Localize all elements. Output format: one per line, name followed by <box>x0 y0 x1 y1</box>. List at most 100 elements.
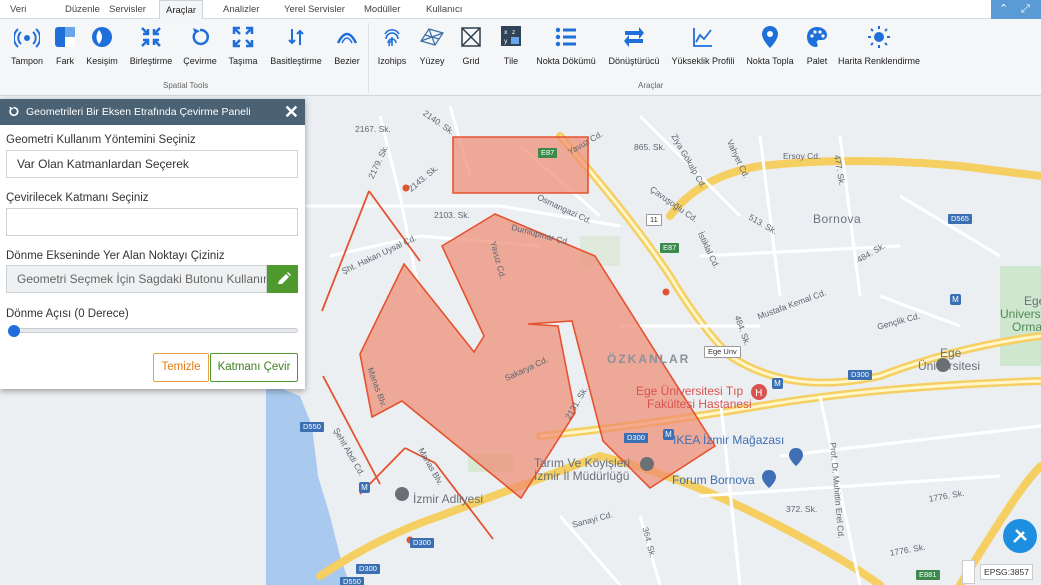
menu-analizler[interactable]: Analizler <box>217 0 265 19</box>
collapse-ribbon-icon[interactable]: ⌃ <box>999 0 1008 19</box>
tool-label: Dönüştürücü <box>608 56 660 66</box>
menu-servisler[interactable]: Servisler <box>103 0 152 19</box>
sun-icon <box>836 25 922 53</box>
scale-control[interactable] <box>962 560 975 584</box>
tool-izohips[interactable]: Izohips <box>374 25 410 66</box>
menu-duzenle[interactable]: Düzenle <box>59 0 106 19</box>
road-shield-e87: E87 <box>538 148 558 158</box>
poi-label-ege: Ege <box>940 346 962 360</box>
pencil-icon <box>278 272 291 284</box>
fingerprint-icon <box>374 25 410 53</box>
method-label: Geometri Kullanım Yöntemini Seçiniz <box>6 134 196 146</box>
tool-nokta-dokumu[interactable]: Nokta Dökümü <box>534 25 598 66</box>
tool-tampon[interactable]: Tampon <box>7 25 47 66</box>
tool-label: Birleştirme <box>129 56 173 66</box>
rotate-layer-button[interactable]: Katmanı Çevir <box>210 353 298 382</box>
tools-icon <box>1013 529 1027 543</box>
clear-button[interactable]: Temizle <box>153 353 209 382</box>
tool-nokta-topla[interactable]: Nokta Topla <box>745 25 795 66</box>
layer-label: Çevirilecek Katmanı Seçiniz <box>6 192 149 204</box>
app-window: Veri Düzenle Servisler Araçlar Analizler… <box>0 0 1041 585</box>
district-label-ozkanlar: ÖZKANLAR <box>607 352 691 366</box>
menu-moduller[interactable]: Modüller <box>358 0 406 19</box>
tool-tasima[interactable]: Taşıma <box>226 25 260 66</box>
method-select[interactable]: Var Olan Katmanlardan Seçerek <box>6 150 298 178</box>
tool-tile[interactable]: xzy Tile <box>498 25 524 66</box>
rotate-geometry-panel: Geometrileri Bir Eksen Etrafında Çevirme… <box>0 99 305 389</box>
tool-kesisim[interactable]: Kesişim <box>84 25 120 66</box>
poi-label-hospital-2: Fakültesi Hastanesi <box>647 397 752 411</box>
panel-title: Geometrileri Bir Eksen Etrafında Çevirme… <box>26 106 251 118</box>
road-shield-11: 11 <box>646 214 662 226</box>
poi-label-hospital: Ege Üniversitesi Tıp <box>636 384 744 398</box>
menu-kullanici[interactable]: Kullanıcı <box>420 0 468 19</box>
tool-label: Tampon <box>10 56 44 66</box>
tool-palet[interactable]: Palet <box>803 25 831 66</box>
draw-point-button[interactable] <box>267 265 298 293</box>
close-icon[interactable]: ✕ <box>284 102 299 122</box>
palette-icon <box>803 25 831 53</box>
street-label: 372. Sk. <box>786 504 818 514</box>
fullscreen-icon[interactable]: ⤢ <box>1021 0 1030 19</box>
tool-birlestirme[interactable]: Birleştirme <box>127 25 175 66</box>
tool-label: Izohips <box>377 56 407 66</box>
tool-yukseklik-profili[interactable]: Yükseklik Profili <box>669 25 737 66</box>
tool-label: Kesişim <box>86 56 118 66</box>
tool-fark[interactable]: Fark <box>50 25 80 66</box>
menu-bar: Veri Düzenle Servisler Araçlar Analizler… <box>0 0 1041 20</box>
ribbon-toolbar: Tampon Fark Kesişim Birleştirme Çevirme <box>0 19 1041 96</box>
angle-slider-track[interactable] <box>12 328 298 333</box>
poi-label-tarim: Tarım Ve Köyişleri <box>534 456 631 470</box>
map-tools-fab[interactable] <box>1003 519 1037 553</box>
street-label: 2103. Sk. <box>434 210 470 220</box>
axis-point-input[interactable]: Geometri Seçmek İçin Sagdaki Butonu Kull… <box>6 265 267 293</box>
buffer-icon <box>7 25 47 53</box>
svg-text:H: H <box>755 388 763 399</box>
tool-harita-renklendirme[interactable]: Harita Renklendirme <box>836 25 922 66</box>
road-shield-e87: E87 <box>660 243 680 253</box>
district-label-bornova: Bornova <box>813 212 862 226</box>
tool-label: Bezier <box>334 56 360 66</box>
tool-cevirme[interactable]: Çevirme <box>181 25 219 66</box>
tool-label: Basitleştirme <box>270 56 322 66</box>
window-controls: ⌃ ⤢ <box>991 0 1041 19</box>
road-shield-e881: E881 <box>916 570 940 580</box>
metro-icon: M <box>663 429 674 440</box>
road-shield-d565: D565 <box>948 214 972 224</box>
tool-label: Grid <box>462 56 480 66</box>
move-icon <box>226 25 260 53</box>
tool-label: Harita Renklendirme <box>837 56 921 66</box>
road-label-ege-unv: Ege Unv <box>704 346 741 358</box>
menu-veri[interactable]: Veri <box>4 0 32 19</box>
layer-select[interactable] <box>6 208 298 236</box>
axis-point-label: Dönme Ekseninde Yer Alan Noktayı Çiziniz <box>6 250 225 262</box>
convert-icon <box>606 25 662 53</box>
tool-donusturucu[interactable]: Dönüştürücü <box>606 25 662 66</box>
street-label: 865. Sk. <box>634 142 666 152</box>
tool-bezier[interactable]: Bezier <box>330 25 364 66</box>
surface-icon <box>416 25 448 53</box>
panel-header: Geometrileri Bir Eksen Etrafında Çevirme… <box>0 99 305 125</box>
angle-slider-thumb[interactable] <box>8 325 20 337</box>
group-label-spatial-tools: Spatial Tools <box>163 81 209 90</box>
group-separator <box>368 23 369 93</box>
tool-yuzey[interactable]: Yüzey <box>416 25 448 66</box>
tool-grid[interactable]: Grid <box>457 25 485 66</box>
list-icon <box>534 25 598 53</box>
poi-label-ege-right: Ege <box>1024 294 1041 308</box>
svg-text:x: x <box>504 29 508 36</box>
metro-icon: M <box>772 378 783 389</box>
road-shield-d550: D550 <box>340 577 364 585</box>
grid-icon <box>457 25 485 53</box>
group-label-araclar: Araçlar <box>638 81 664 90</box>
poi-label-ikea: IKEA İzmir Mağazası <box>673 433 785 447</box>
menu-yerel-servisler[interactable]: Yerel Servisler <box>278 0 351 19</box>
tool-basitlestirme[interactable]: Basitleştirme <box>268 25 324 66</box>
menu-araclar[interactable]: Araçlar <box>159 0 204 20</box>
tool-label: Nokta Dökümü <box>536 56 596 66</box>
road-shield-d300: D300 <box>848 370 872 380</box>
street-label: Ersoy Cd. <box>783 151 821 161</box>
projection-label: EPSG:3857 <box>980 564 1033 580</box>
simplify-icon <box>268 25 324 53</box>
map-pin-icon <box>745 25 795 53</box>
